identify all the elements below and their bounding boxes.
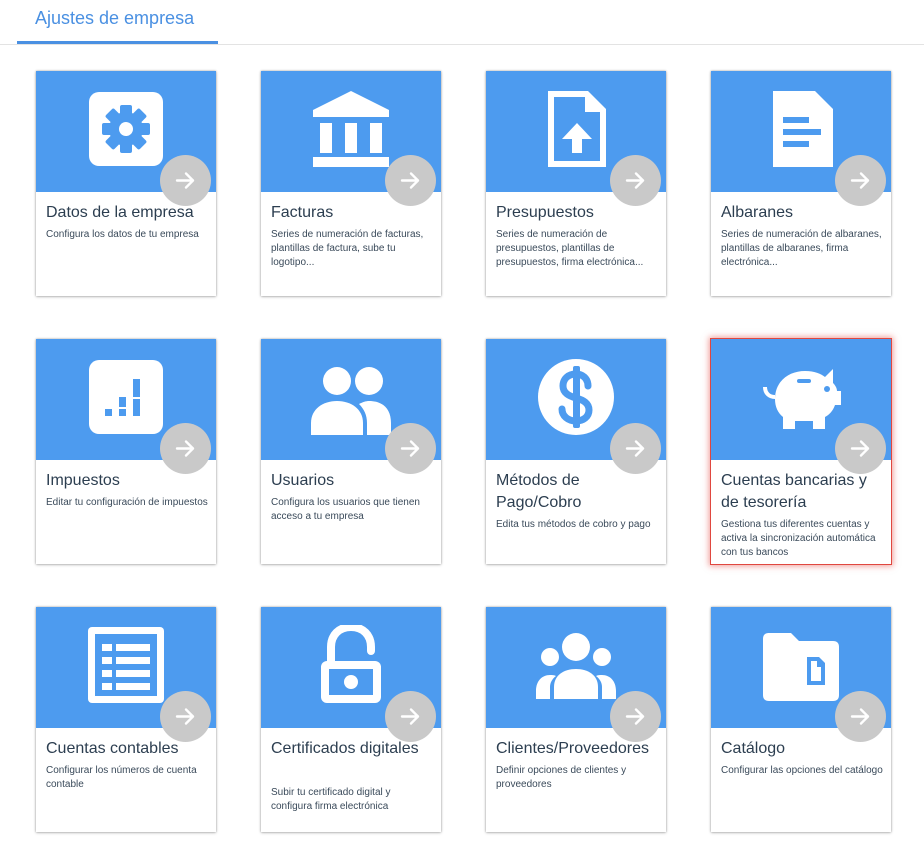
card-title: Clientes/Proveedores xyxy=(496,740,649,757)
card-presupuestos[interactable]: Presupuestos Series de numeración de pres… xyxy=(486,71,666,296)
card-description: Editar tu configuración de impuestos xyxy=(46,497,208,508)
folder-file-icon xyxy=(761,625,841,705)
card-title: Presupuestos xyxy=(496,204,594,221)
arrow-right-icon[interactable] xyxy=(835,155,886,206)
card-title: Facturas xyxy=(271,204,334,221)
arrow-right-icon[interactable] xyxy=(610,155,661,206)
card-title: Datos de la empresa xyxy=(46,204,194,221)
card-title: Impuestos xyxy=(46,472,120,489)
card-description: Series de numeración de facturas, planti… xyxy=(271,229,424,268)
card-title: Catálogo xyxy=(721,740,786,757)
arrow-right-icon[interactable] xyxy=(385,155,436,206)
card-description: Definir opciones de clientes y proveedor… xyxy=(496,765,627,790)
card-title: Cuentas bancarias y de tesorería xyxy=(721,472,867,511)
card-catalogo[interactable]: Catálogo Configurar las opciones del catá… xyxy=(711,607,891,832)
arrow-right-icon[interactable] xyxy=(610,423,661,474)
arrow-right-icon[interactable] xyxy=(385,691,436,742)
card-clientes-proveedores[interactable]: Clientes/Proveedores Definir opciones de … xyxy=(486,607,666,832)
arrow-right-icon[interactable] xyxy=(835,691,886,742)
file-upload-icon xyxy=(536,89,616,169)
list-icon xyxy=(86,625,166,705)
card-certificados-digitales[interactable]: Certificados digitales Subir tu certifica… xyxy=(261,607,441,832)
card-description: Series de numeración de albaranes, plant… xyxy=(721,229,882,268)
card-description: Configura los usuarios que tienen acceso… xyxy=(271,497,420,522)
users-icon xyxy=(311,357,391,437)
arrow-right-icon[interactable] xyxy=(835,423,886,474)
unlock-icon xyxy=(311,625,391,705)
arrow-right-icon[interactable] xyxy=(610,691,661,742)
arrow-right-icon[interactable] xyxy=(160,423,211,474)
card-description: Edita tus métodos de cobro y pago xyxy=(496,519,651,530)
chart-icon xyxy=(86,357,166,437)
tab-ajustes-de-empresa[interactable]: Ajustes de empresa xyxy=(17,0,218,44)
card-facturas[interactable]: Facturas Series de numeración de facturas… xyxy=(261,71,441,296)
card-description: Configurar las opciones del catálogo xyxy=(721,765,883,776)
card-description: Subir tu certificado digital y configura… xyxy=(271,787,391,812)
card-title: Certificados digitales xyxy=(271,740,419,757)
tab-label: Ajustes de empresa xyxy=(35,8,195,28)
card-title: Usuarios xyxy=(271,472,335,489)
card-description: Gestiona tus diferentes cuentas y activa… xyxy=(721,519,876,558)
piggy-bank-icon xyxy=(761,357,841,437)
card-title: Cuentas contables xyxy=(46,740,179,757)
card-albaranes[interactable]: Albaranes Series de numeración de albaran… xyxy=(711,71,891,296)
card-datos-de-la-empresa[interactable]: Datos de la empresa Configura los datos d… xyxy=(36,71,216,296)
gear-icon xyxy=(86,89,166,169)
card-metodos-de-pago-cobro[interactable]: Métodos de Pago/Cobro Edita tus métodos d… xyxy=(486,339,666,564)
group-icon xyxy=(536,625,616,705)
dollar-icon xyxy=(536,357,616,437)
tab-bar: Ajustes de empresa xyxy=(0,0,924,45)
card-usuarios[interactable]: Usuarios Configura los usuarios que tiene… xyxy=(261,339,441,564)
card-cuentas-bancarias-y-de-tesoreria[interactable]: Cuentas bancarias y de tesorería Gestiona… xyxy=(711,339,891,564)
document-icon xyxy=(761,89,841,169)
card-impuestos[interactable]: Impuestos Editar tu configuración de impu… xyxy=(36,339,216,564)
card-cuentas-contables[interactable]: Cuentas contables Configurar los números … xyxy=(36,607,216,832)
arrow-right-icon[interactable] xyxy=(160,155,211,206)
card-description: Configura los datos de tu empresa xyxy=(46,229,199,240)
card-description: Configurar los números de cuenta contabl… xyxy=(46,765,197,790)
arrow-right-icon[interactable] xyxy=(385,423,436,474)
card-title: Métodos de Pago/Cobro xyxy=(496,472,582,511)
arrow-right-icon[interactable] xyxy=(160,691,211,742)
bank-icon xyxy=(311,89,391,169)
card-title: Albaranes xyxy=(721,204,794,221)
card-description: Series de numeración de presupuestos, pl… xyxy=(496,229,644,268)
